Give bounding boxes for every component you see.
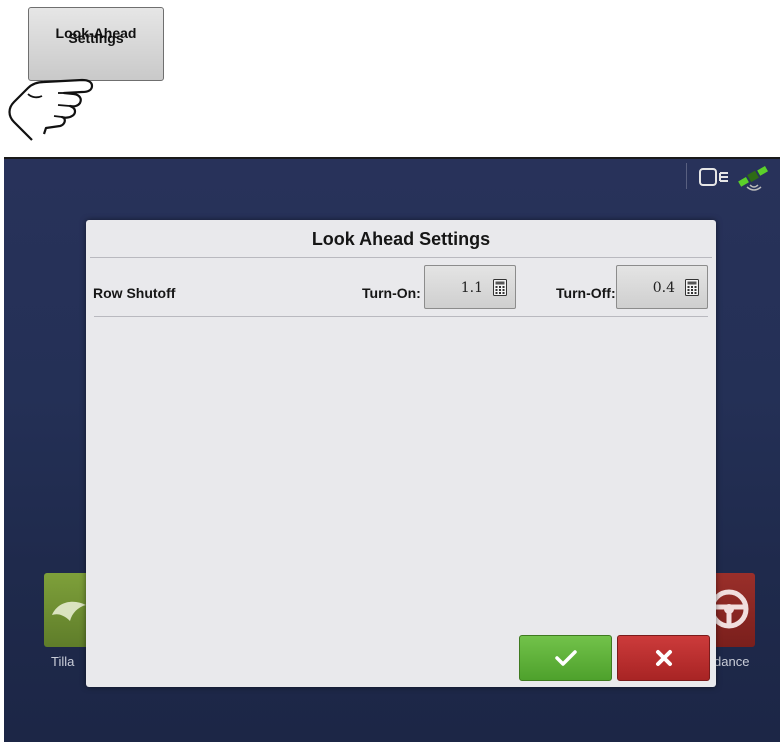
calculator-icon bbox=[685, 279, 699, 296]
turn-on-label: Turn-On: bbox=[362, 285, 421, 301]
tillage-icon bbox=[52, 601, 86, 621]
gps-satellite-icon[interactable] bbox=[736, 163, 772, 191]
turn-off-value: 0.4 bbox=[652, 280, 675, 296]
calculator-icon bbox=[493, 279, 507, 296]
checkmark-icon bbox=[554, 650, 577, 666]
title-divider bbox=[90, 257, 712, 258]
status-area bbox=[698, 163, 772, 191]
guidance-tile[interactable] bbox=[709, 573, 755, 647]
tillage-tile[interactable] bbox=[44, 573, 88, 647]
implement-display-icon[interactable] bbox=[698, 166, 732, 188]
dialog-title: Look Ahead Settings bbox=[311, 229, 491, 249]
turn-off-field[interactable]: 0.4 bbox=[616, 265, 708, 309]
turn-off-label: Turn-Off: bbox=[556, 285, 616, 301]
turn-on-value: 1.1 bbox=[460, 280, 483, 296]
cancel-button[interactable] bbox=[617, 635, 710, 681]
row-shutoff-label: Row Shutoff bbox=[93, 285, 176, 301]
hand-pointer-icon bbox=[8, 78, 94, 141]
row-divider bbox=[94, 316, 708, 317]
guidance-tile-label: dance bbox=[714, 654, 750, 669]
look-ahead-settings-dialog: Look Ahead Settings Row Shutoff Turn-On:… bbox=[86, 220, 716, 687]
turn-on-field[interactable]: 1.1 bbox=[424, 265, 516, 309]
tillage-tile-label: Tilla bbox=[51, 654, 75, 669]
display-screen: Tilla dance Look Ahead Settings Row Shut… bbox=[4, 157, 780, 742]
x-icon bbox=[655, 650, 672, 666]
accept-button[interactable] bbox=[519, 635, 612, 681]
status-divider bbox=[686, 163, 687, 189]
